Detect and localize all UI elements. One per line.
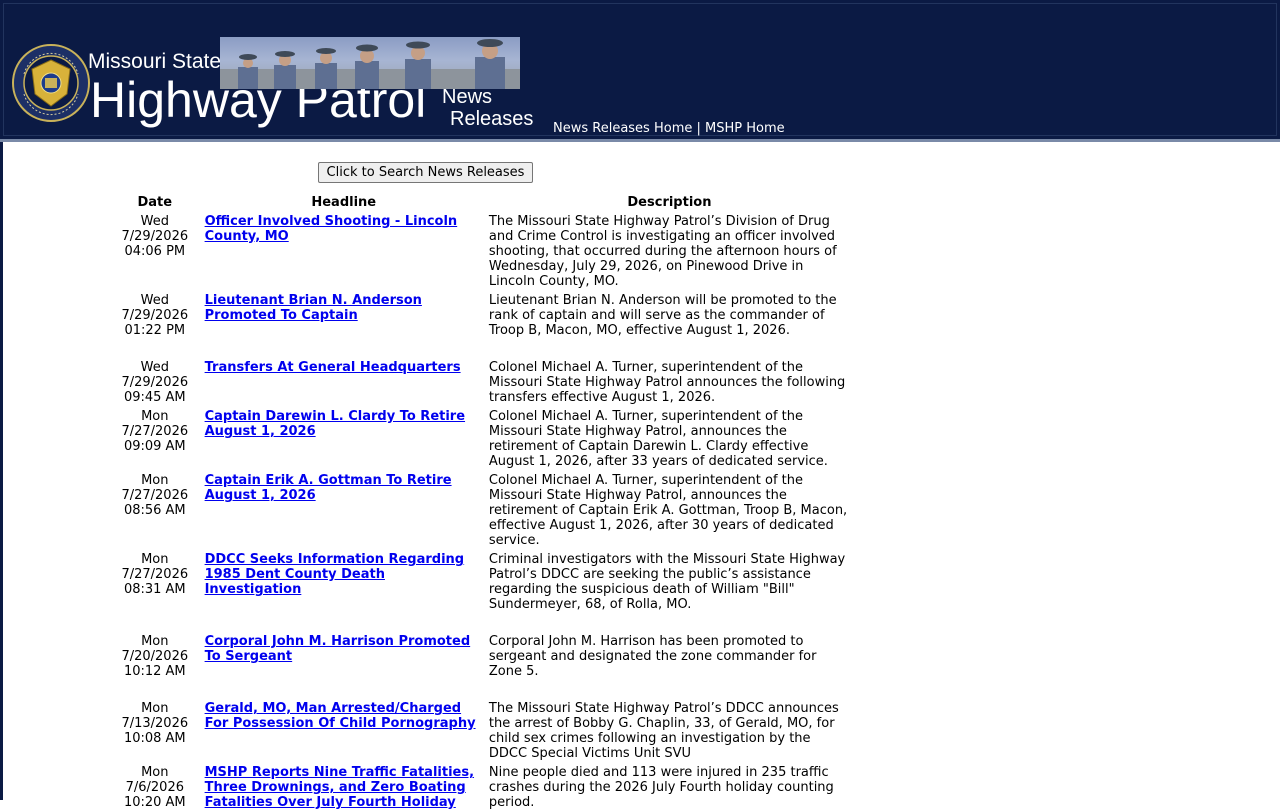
release-time: 10:20 AM	[123, 795, 186, 810]
release-date: Mon 7/13/2026 10:08 AM	[108, 699, 202, 763]
release-headline-link[interactable]: Captain Darewin L. Clardy To Retire Augu…	[205, 409, 465, 439]
release-date: Mon 7/20/2026 10:12 AM	[108, 632, 202, 681]
release-date-value: 7/27/2026	[121, 567, 189, 582]
release-day: Mon	[141, 473, 169, 488]
site-header: Missouri State Highway Patrol News Relea…	[0, 0, 1280, 142]
left-border	[0, 142, 3, 800]
release-time: 04:06 PM	[124, 244, 186, 259]
troopers-saluting-photo	[220, 37, 520, 89]
news-releases-table: Date Headline Description Wed 7/29/2026 04…	[108, 193, 853, 812]
column-header-headline: Headline	[311, 195, 377, 210]
column-header-date: Date	[137, 195, 173, 210]
release-day: Wed	[140, 360, 169, 375]
news-releases-home-link[interactable]: News Releases Home	[553, 121, 692, 136]
release-day: Wed	[140, 293, 169, 308]
release-date: Mon 7/6/2026 10:20 AM	[108, 763, 202, 812]
table-row: Mon 7/27/2026 09:09 AM Captain Darewin L. …	[108, 407, 853, 471]
release-description: The Missouri State Highway Patrol’s DDCC…	[488, 701, 839, 761]
release-date: Mon 7/27/2026 08:56 AM	[108, 471, 202, 550]
release-headline-link[interactable]: MSHP Reports Nine Traffic Fatalities, Th…	[205, 765, 474, 810]
release-time: 10:08 AM	[123, 731, 186, 746]
table-row: Wed 7/29/2026 01:22 PM Lieutenant Brian N.…	[108, 291, 853, 340]
release-day: Mon	[141, 409, 169, 424]
table-row: Mon 7/20/2026 10:12 AM Corporal John M. Ha…	[108, 632, 853, 681]
release-time: 09:09 AM	[123, 439, 186, 454]
release-day: Mon	[141, 765, 169, 780]
release-description: Nine people died and 113 were injured in…	[488, 765, 834, 810]
release-date-value: 7/29/2026	[121, 229, 189, 244]
release-description: Corporal John M. Harrison has been promo…	[488, 634, 817, 679]
release-description: The Missouri State Highway Patrol’s Divi…	[488, 214, 837, 289]
release-day: Wed	[140, 214, 169, 229]
release-description: Lieutenant Brian N. Anderson will be pro…	[488, 293, 837, 338]
release-date: Wed 7/29/2026 01:22 PM	[108, 291, 202, 340]
table-row: Wed 7/29/2026 09:45 AM Transfers At Genera…	[108, 358, 853, 407]
release-headline-link[interactable]: Officer Involved Shooting - Lincoln Coun…	[205, 214, 458, 244]
release-time: 01:22 PM	[124, 323, 186, 338]
release-description: Criminal investigators with the Missouri…	[488, 552, 846, 612]
table-row: Mon 7/13/2026 10:08 AM Gerald, MO, Man Arr…	[108, 699, 853, 763]
release-day: Mon	[141, 701, 169, 716]
table-row: Mon 7/27/2026 08:56 AM Captain Erik A. Got…	[108, 471, 853, 550]
row-spacer	[108, 681, 853, 699]
release-time: 10:12 AM	[123, 664, 186, 679]
release-description: Colonel Michael A. Turner, superintenden…	[488, 473, 848, 548]
release-date: Wed 7/29/2026 04:06 PM	[108, 212, 202, 291]
nav-separator: |	[696, 121, 701, 136]
release-headline-link[interactable]: DDCC Seeks Information Regarding 1985 De…	[205, 552, 465, 597]
mshp-home-link[interactable]: MSHP Home	[705, 121, 785, 136]
release-time: 08:56 AM	[123, 503, 186, 518]
release-headline-link[interactable]: Lieutenant Brian N. Anderson Promoted To…	[205, 293, 422, 323]
row-spacer	[108, 340, 853, 358]
release-headline-link[interactable]: Transfers At General Headquarters	[205, 360, 461, 375]
release-day: Mon	[141, 634, 169, 649]
release-time: 09:45 AM	[123, 390, 186, 405]
search-news-releases-button[interactable]: Click to Search News Releases	[318, 162, 533, 183]
column-header-description: Description	[627, 195, 712, 210]
release-date: Wed 7/29/2026 09:45 AM	[108, 358, 202, 407]
release-date-value: 7/6/2026	[125, 780, 184, 795]
patrol-seal-icon[interactable]	[12, 42, 90, 124]
release-date-value: 7/27/2026	[121, 488, 189, 503]
release-date: Mon 7/27/2026 09:09 AM	[108, 407, 202, 471]
table-row: Mon 7/6/2026 10:20 AM MSHP Reports Nine Tr…	[108, 763, 853, 812]
row-spacer	[108, 614, 853, 632]
release-description: Colonel Michael A. Turner, superintenden…	[488, 360, 846, 405]
brand-releases-text: Releases	[450, 108, 534, 130]
release-headline-link[interactable]: Gerald, MO, Man Arrested/Charged For Pos…	[205, 701, 476, 731]
release-date-value: 7/29/2026	[121, 375, 189, 390]
release-date: Mon 7/27/2026 08:31 AM	[108, 550, 202, 614]
release-date-value: 7/20/2026	[121, 649, 189, 664]
release-headline-link[interactable]: Corporal John M. Harrison Promoted To Se…	[205, 634, 471, 664]
brand-news-text: News	[442, 86, 493, 108]
table-row: Mon 7/27/2026 08:31 AM DDCC Seeks Informat…	[108, 550, 853, 614]
header-nav: News Releases Home | MSHP Home	[553, 121, 785, 136]
release-headline-link[interactable]: Captain Erik A. Gottman To Retire August…	[205, 473, 452, 503]
release-date-value: 7/27/2026	[121, 424, 189, 439]
release-date-value: 7/29/2026	[121, 308, 189, 323]
release-date-value: 7/13/2026	[121, 716, 189, 731]
release-time: 08:31 AM	[123, 582, 186, 597]
release-day: Mon	[141, 552, 169, 567]
table-row: Wed 7/29/2026 04:06 PM Officer Involved Sh…	[108, 212, 853, 291]
release-description: Colonel Michael A. Turner, superintenden…	[488, 409, 828, 469]
table-header-row: Date Headline Description	[108, 193, 853, 212]
